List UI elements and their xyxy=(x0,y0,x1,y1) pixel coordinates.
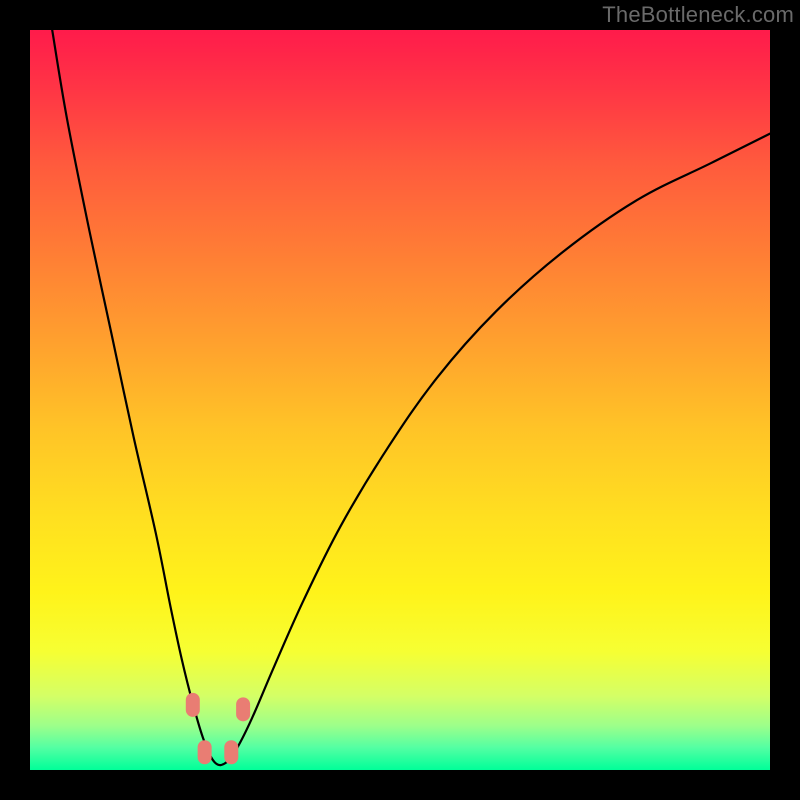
marker-right-upper xyxy=(236,697,250,721)
curve-markers xyxy=(186,693,250,764)
chart-stage: TheBottleneck.com xyxy=(0,0,800,800)
watermark-label: TheBottleneck.com xyxy=(602,2,794,28)
marker-left-upper xyxy=(186,693,200,717)
marker-right-lower xyxy=(224,740,238,764)
marker-left-lower xyxy=(198,740,212,764)
plot-area xyxy=(30,30,770,770)
bottleneck-curve-svg xyxy=(30,30,770,770)
bottleneck-curve-path xyxy=(52,30,770,765)
